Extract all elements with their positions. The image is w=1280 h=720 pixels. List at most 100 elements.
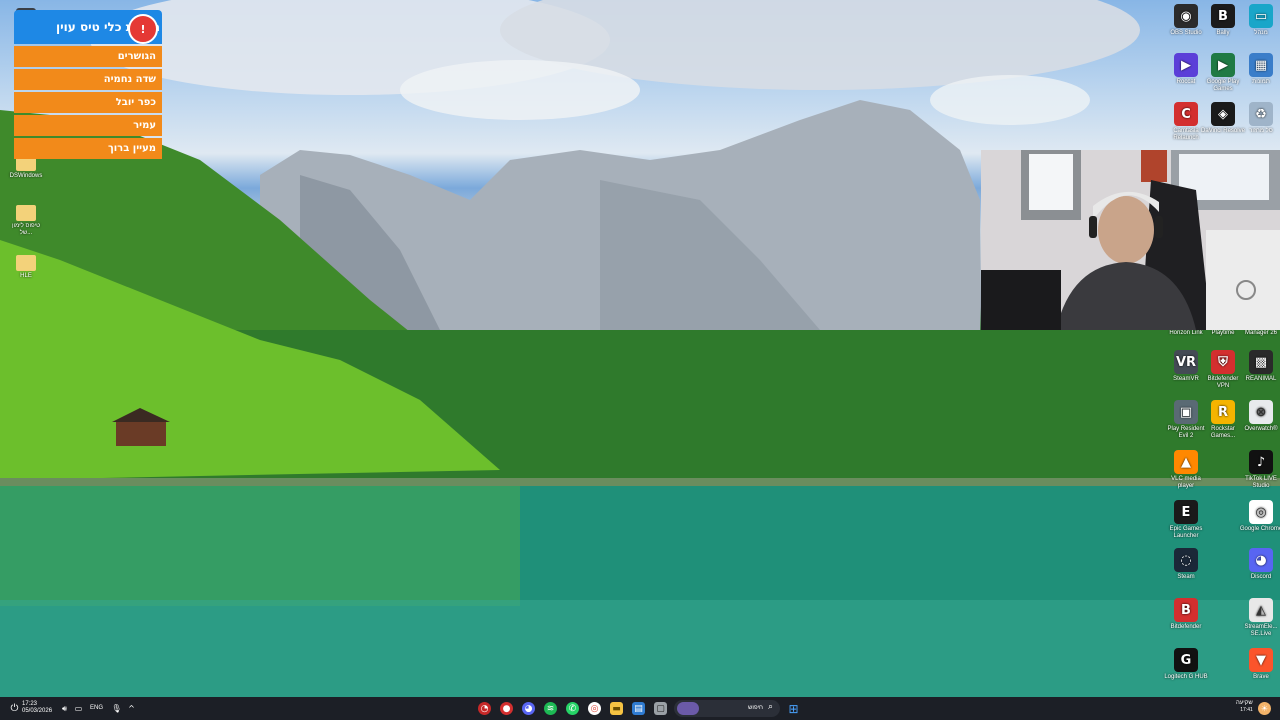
icon-label: Steam [1177, 574, 1195, 580]
desktop-icon[interactable]: ◌ Steam [1164, 548, 1208, 581]
app-icon: R [1211, 400, 1235, 424]
icon-label: Bally [1216, 30, 1230, 36]
icon-label: StreamEle... SE.Live [1244, 624, 1278, 637]
news-header: חדירת כלי טיס עוין ! [14, 10, 162, 44]
icon-label: Overwatch® [1244, 426, 1278, 432]
app-icon: G [1174, 648, 1198, 672]
desktop-icon[interactable]: ▲ VLC media player [1164, 450, 1208, 490]
desktop-icon[interactable]: ▭ מנהל [1239, 4, 1280, 37]
microphone-icon[interactable]: 🎙︎ [110, 702, 123, 715]
icon-label: Roccat [1176, 79, 1196, 85]
app-taskbar-2-icon[interactable]: ● [500, 702, 513, 715]
app-icon: C [1174, 102, 1198, 126]
webcam-overlay [981, 150, 1280, 330]
desktop-icon[interactable]: ▩ REANIMAL [1239, 350, 1280, 383]
desktop-icon[interactable]: E Epic Games Launcher [1164, 500, 1208, 540]
icon-label: DSWindows [9, 173, 43, 179]
language-indicator[interactable]: ENG [90, 705, 103, 712]
windows-start-icon[interactable]: ⊞ [787, 702, 800, 716]
app-icon: ♪ [1249, 450, 1273, 474]
app-icon: ▲ [1174, 450, 1198, 474]
icon-label: סל מחזור [1249, 128, 1273, 134]
app-icon: ▶ [1174, 53, 1198, 77]
desktop-icon[interactable]: ▼ Brave [1239, 648, 1280, 681]
desktop-icon[interactable]: B Bitdefender [1164, 598, 1208, 631]
app-taskbar-1-icon[interactable]: ◔ [478, 702, 491, 715]
desktop-icon[interactable]: ♻ סל מחזור [1239, 102, 1280, 135]
icon-label: Epic Games Launcher [1169, 526, 1203, 539]
icon-label: תמונות [1252, 79, 1270, 85]
icon-label: VLC media player [1171, 476, 1201, 489]
clock-left-date: 05/03/2026 [22, 708, 53, 714]
weather-label: שקיעה [1236, 700, 1253, 706]
app-icon: ⊗ [1249, 400, 1273, 424]
app-icon: B [1174, 598, 1198, 622]
task-view-icon[interactable]: ▢ [654, 702, 667, 715]
icon-label: טיפוס לימון של... [11, 223, 41, 236]
taskbar: ⏻ 17:23 05/03/2026 🔊︎ ▭ ENG 🎙︎ ^ ◔ ● ◕ ≋… [0, 697, 1280, 720]
discord-taskbar-icon[interactable]: ◕ [522, 702, 535, 715]
chevron-up-icon[interactable]: ^ [125, 702, 138, 715]
volume-icon[interactable]: 🔊︎ [58, 702, 71, 715]
icon-label: SteamVR [1173, 376, 1199, 382]
app-icon: ▶ [1211, 53, 1235, 77]
icon-label: OBS Studio [1170, 30, 1202, 36]
spotify-taskbar-icon[interactable]: ≋ [544, 702, 557, 715]
desktop-icon[interactable]: Manager 26 [1239, 330, 1280, 337]
icon-label: HLE [20, 273, 32, 279]
weather-sun-icon[interactable]: ☀ [1258, 702, 1271, 715]
desktop-icon[interactable]: ⊗ Overwatch® [1239, 400, 1280, 433]
clock-right[interactable]: שקיעה 17:41 [1236, 700, 1253, 714]
app-icon: B [1211, 4, 1235, 28]
news-location: כפר יובל [14, 92, 162, 113]
app-icon: ◌ [1174, 548, 1198, 572]
chrome-taskbar-icon[interactable]: ◎ [588, 702, 601, 715]
app-icon: ◎ [1249, 500, 1273, 524]
news-location: עמיר [14, 115, 162, 136]
icon-label: Manager 26 [1244, 330, 1278, 336]
power-icon[interactable]: ⏻ [8, 702, 21, 715]
clock-left[interactable]: 17:23 05/03/2026 [22, 701, 52, 715]
app-icon: ▼ [1249, 648, 1273, 672]
icon-label: Discord [1250, 574, 1272, 580]
icon-label: TikTok LIVE Studio [1245, 476, 1277, 489]
app-icon: ◭ [1249, 598, 1273, 622]
icon-label: Bitdefender [1170, 624, 1202, 630]
news-location: הגושרים [14, 46, 162, 67]
desktop-icon[interactable]: ♪ TikTok LIVE Studio [1239, 450, 1280, 490]
desktop-icon-hle[interactable]: HLE [8, 255, 44, 280]
clock-left-time: 17:23 [22, 701, 38, 707]
icon-label: מנהל [1254, 30, 1268, 36]
app-icon: ▭ [1249, 4, 1273, 28]
icon-label: Playtime [1211, 330, 1235, 336]
news-location: שדה נחמיה [14, 69, 162, 90]
clock-right-time: 17:41 [1240, 707, 1253, 713]
desktop-wallpaper [0, 0, 1280, 697]
desktop-icon[interactable]: ▦ תמונות [1239, 53, 1280, 86]
icon-label: Horizon Link [1169, 330, 1203, 336]
desktop-icon[interactable]: ◭ StreamEle... SE.Live [1239, 598, 1280, 638]
app-icon: ▦ [1249, 53, 1273, 77]
store-taskbar-icon[interactable]: ▤ [632, 702, 645, 715]
desktop-icon[interactable]: G Logitech G HUB [1164, 648, 1208, 681]
file-explorer-icon[interactable]: ▬ [610, 702, 623, 715]
icon-label: REANIMAL [1245, 376, 1277, 382]
app-icon: VR [1174, 350, 1198, 374]
news-alert-widget[interactable]: חדירת כלי טיס עוין ! הגושרים שדה נחמיה כ… [14, 10, 162, 159]
search-placeholder: חיפוש [748, 705, 763, 711]
app-icon: ▩ [1249, 350, 1273, 374]
desktop-icon[interactable]: ◕ Discord [1239, 548, 1280, 581]
icon-label: Logitech G HUB [1164, 674, 1208, 680]
desktop-icon-folder-2[interactable]: טיפוס לימון של... [8, 205, 44, 237]
folder-icon [16, 205, 36, 221]
icon-label: Brave [1253, 674, 1269, 680]
folder-icon [16, 255, 36, 271]
network-icon[interactable]: ▭ [72, 702, 85, 715]
alert-logo-icon: ! [128, 14, 158, 44]
whatsapp-taskbar-icon[interactable]: ✆ [566, 702, 579, 715]
app-icon: ◈ [1211, 102, 1235, 126]
app-icon: ⛨ [1211, 350, 1235, 374]
wallpaper-scene [0, 0, 1280, 697]
desktop-icon[interactable]: ◎ Google Chrome [1239, 500, 1280, 533]
search-box[interactable]: חיפוש ⌕ [674, 700, 780, 717]
